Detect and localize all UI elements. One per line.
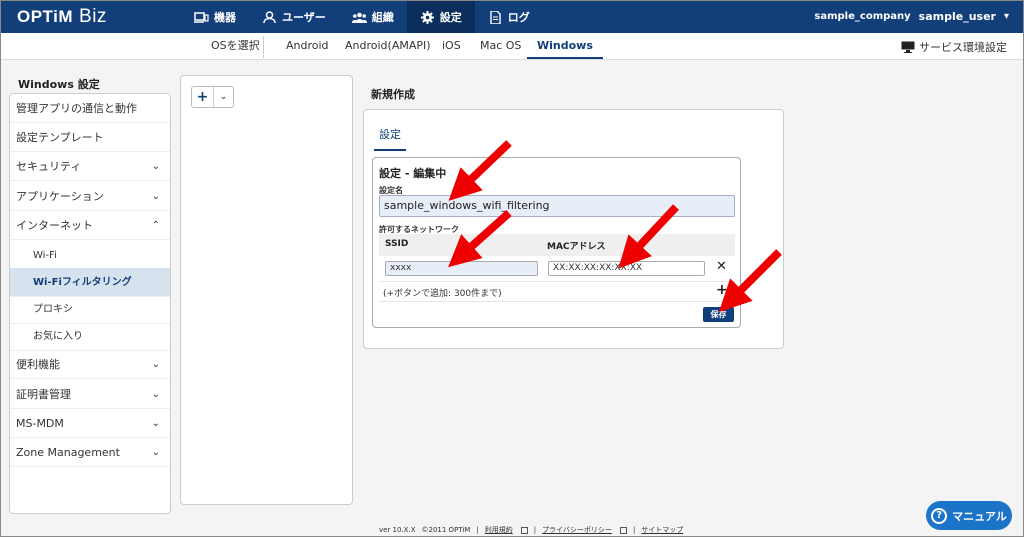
privacy-link[interactable]: プライバシーポリシー <box>542 525 612 535</box>
sidebar-item-proxy[interactable]: プロキシ <box>10 295 170 324</box>
sitemap-link[interactable]: サイトマップ <box>641 525 683 535</box>
tab-macos[interactable]: Mac OS <box>470 33 531 59</box>
external-link-icon <box>520 526 528 534</box>
manual-button[interactable]: ? マニュアル <box>926 501 1012 530</box>
chevron-down-icon: ⌄ <box>151 191 160 202</box>
user-menu[interactable]: sample_company sample_user ▾ <box>814 10 1009 23</box>
nav-organization[interactable]: 組織 <box>339 1 407 33</box>
sidebar-item-application[interactable]: アプリケーション ⌄ <box>10 182 170 211</box>
chevron-down-icon: ⌄ <box>151 389 160 400</box>
sidebar: 管理アプリの通信と動作 設定テンプレート セキュリティ ⌄ アプリケーション ⌄ イ… <box>9 93 171 514</box>
close-icon[interactable]: ✕ <box>716 259 727 274</box>
service-env-link[interactable]: サービス環境設定 <box>901 39 1007 55</box>
sidebar-item-security[interactable]: セキュリティ ⌄ <box>10 152 170 181</box>
chevron-up-icon: ⌃ <box>151 220 160 231</box>
version: ver 10.X.X <box>379 526 416 534</box>
log-icon <box>490 10 501 24</box>
sidebar-item-app-comm[interactable]: 管理アプリの通信と動作 <box>10 94 170 123</box>
sidebar-item-favorites[interactable]: お気に入り <box>10 322 170 351</box>
sidebar-title: Windows 設定 <box>18 78 100 91</box>
os-tabs: OSを選択 Android Android(AMAPI) iOS Mac OS … <box>1 33 1023 60</box>
terms-link[interactable]: 利用規約 <box>485 525 513 535</box>
add-button-group: + ⌄ <box>191 86 234 108</box>
sidebar-item-utilities[interactable]: 便利機能 ⌄ <box>10 350 170 379</box>
sidebar-item-msmdm[interactable]: MS-MDM ⌄ <box>10 409 170 438</box>
copyright: ©2011 OPTiM <box>421 526 471 534</box>
add-button[interactable]: + <box>192 87 213 107</box>
divider <box>263 36 264 58</box>
caret-down-icon: ▾ <box>1003 11 1009 22</box>
nav-logs[interactable]: ログ <box>475 1 543 33</box>
sidebar-item-zone-management[interactable]: Zone Management ⌄ <box>10 438 170 467</box>
nav-users[interactable]: ユーザー <box>249 1 339 33</box>
template-list-panel: + ⌄ <box>180 75 353 505</box>
divider <box>379 301 735 302</box>
top-nav: 機器 ユーザー 組織 設定 ログ <box>181 1 543 33</box>
user-icon <box>263 10 276 23</box>
save-button[interactable]: 保存 <box>703 307 734 322</box>
monitor-icon <box>901 41 915 53</box>
group-icon <box>351 12 367 23</box>
add-hint: (+ボタンで追加: 300件まで) <box>383 289 502 299</box>
top-bar: OPTiM Biz 機器 ユーザー 組織 設定 ログ sample_company… <box>1 1 1023 33</box>
add-dropdown-button[interactable]: ⌄ <box>213 87 233 107</box>
nav-settings[interactable]: 設定 <box>406 1 475 33</box>
logo[interactable]: OPTiM Biz <box>17 6 107 28</box>
external-link-icon <box>619 526 627 534</box>
chevron-down-icon: ⌄ <box>151 418 160 429</box>
page-title: 新規作成 <box>371 88 415 101</box>
tab-android-amapi[interactable]: Android(AMAPI) <box>335 33 441 59</box>
company-name: sample_company <box>814 11 911 22</box>
os-select-label: OSを選択 <box>211 39 260 52</box>
divider <box>379 281 735 282</box>
tab-windows[interactable]: Windows <box>527 33 603 59</box>
sidebar-item-wifi-filtering[interactable]: Wi-Fiフィルタリング <box>10 268 170 297</box>
chevron-down-icon: ⌄ <box>151 447 160 458</box>
add-row-button[interactable]: + <box>716 282 728 298</box>
footer: ver 10.X.X ©2011 OPTiM | 利用規約 | プライバシーポリ… <box>379 525 684 535</box>
help-icon: ? <box>931 507 948 524</box>
col-mac: MACアドレス <box>547 242 606 252</box>
table-header: SSID MACアドレス <box>379 234 735 256</box>
nav-devices[interactable]: 機器 <box>181 1 249 33</box>
mac-input[interactable]: XX:XX:XX:XX:XX:XX <box>548 261 705 276</box>
device-icon <box>194 11 209 23</box>
setting-name-input[interactable]: sample_windows_wifi_filtering <box>379 195 735 217</box>
edit-box: 設定 - 編集中 設定名 sample_windows_wifi_filteri… <box>372 157 741 328</box>
col-ssid: SSID <box>385 239 409 249</box>
sidebar-item-internet[interactable]: インターネット ⌃ <box>10 211 170 240</box>
chevron-down-icon: ⌄ <box>151 359 160 370</box>
sidebar-item-certificates[interactable]: 証明書管理 ⌄ <box>10 380 170 409</box>
edit-header: 設定 - 編集中 <box>379 167 447 180</box>
ssid-input[interactable]: xxxx <box>385 261 538 276</box>
chevron-down-icon: ⌄ <box>151 161 160 172</box>
gear-icon <box>420 10 434 24</box>
tab-settings[interactable]: 設定 <box>374 126 406 151</box>
user-name: sample_user <box>918 10 996 23</box>
tab-ios[interactable]: iOS <box>432 33 471 59</box>
sidebar-item-wifi[interactable]: Wi-Fi <box>10 241 170 270</box>
settings-card: 設定 設定 - 編集中 設定名 sample_windows_wifi_filt… <box>363 109 784 349</box>
sidebar-item-template[interactable]: 設定テンプレート <box>10 123 170 152</box>
tab-android[interactable]: Android <box>276 33 339 59</box>
